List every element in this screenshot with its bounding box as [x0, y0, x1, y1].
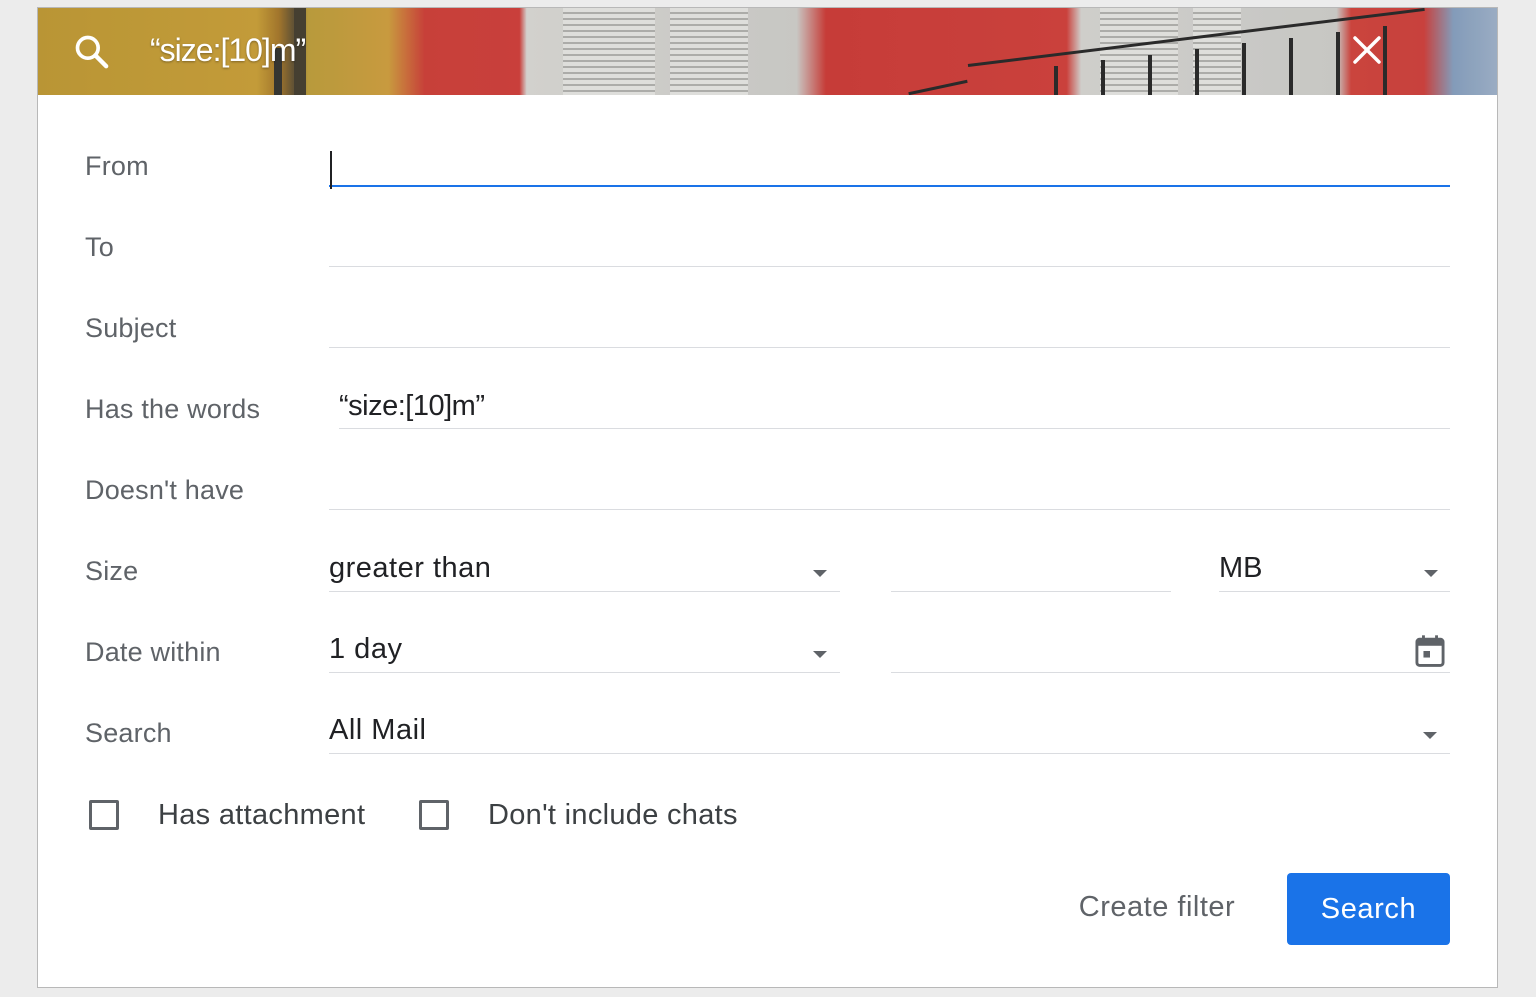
doesnt-have-label: Doesn't have [85, 475, 245, 505]
calendar-icon[interactable] [1414, 634, 1446, 668]
size-amount-input[interactable] [891, 547, 1171, 592]
size-unit-select[interactable]: MB [1219, 547, 1450, 592]
date-range-select[interactable]: 1 day [329, 628, 840, 673]
dont-include-chats-label[interactable]: Don't include chats [488, 799, 738, 832]
size-operator-select[interactable]: greater than [329, 547, 840, 592]
advanced-search-dialog: “size:[10]m” From To Subject Has the wor… [37, 7, 1498, 988]
date-range-value: 1 day [329, 633, 403, 665]
size-unit-value: MB [1219, 552, 1263, 584]
date-within-label: Date within [85, 637, 221, 667]
chevron-down-icon [1424, 570, 1438, 577]
has-attachment-checkbox[interactable] [89, 800, 119, 830]
has-words-label: Has the words [85, 394, 261, 424]
has-attachment-label[interactable]: Has attachment [158, 799, 365, 832]
doesnt-have-input[interactable] [329, 466, 1450, 510]
search-in-value: All Mail [329, 714, 427, 746]
size-operator-value: greater than [329, 552, 492, 584]
search-in-label: Search [85, 718, 172, 748]
dont-include-chats-checkbox[interactable] [419, 800, 449, 830]
has-words-input[interactable]: “size:[10]m” [339, 385, 1450, 429]
from-label: From [85, 151, 149, 181]
text-cursor [330, 151, 332, 189]
has-words-value: “size:[10]m” [339, 390, 485, 422]
header-search-query[interactable]: “size:[10]m” [150, 32, 306, 69]
size-label: Size [85, 556, 139, 586]
close-icon[interactable] [1351, 34, 1383, 66]
date-input[interactable] [891, 628, 1450, 673]
chevron-down-icon [813, 651, 827, 658]
to-input[interactable] [329, 223, 1450, 267]
to-label: To [85, 232, 114, 262]
from-input[interactable] [329, 146, 1450, 189]
subject-input[interactable] [329, 304, 1450, 348]
chevron-down-icon [1423, 732, 1437, 739]
chevron-down-icon [813, 570, 827, 577]
create-filter-button[interactable]: Create filter [1062, 871, 1252, 943]
search-icon[interactable] [72, 32, 112, 72]
subject-label: Subject [85, 313, 177, 343]
search-header: “size:[10]m” [38, 8, 1497, 95]
search-button[interactable]: Search [1287, 873, 1450, 945]
search-in-select[interactable]: All Mail [329, 709, 1450, 754]
